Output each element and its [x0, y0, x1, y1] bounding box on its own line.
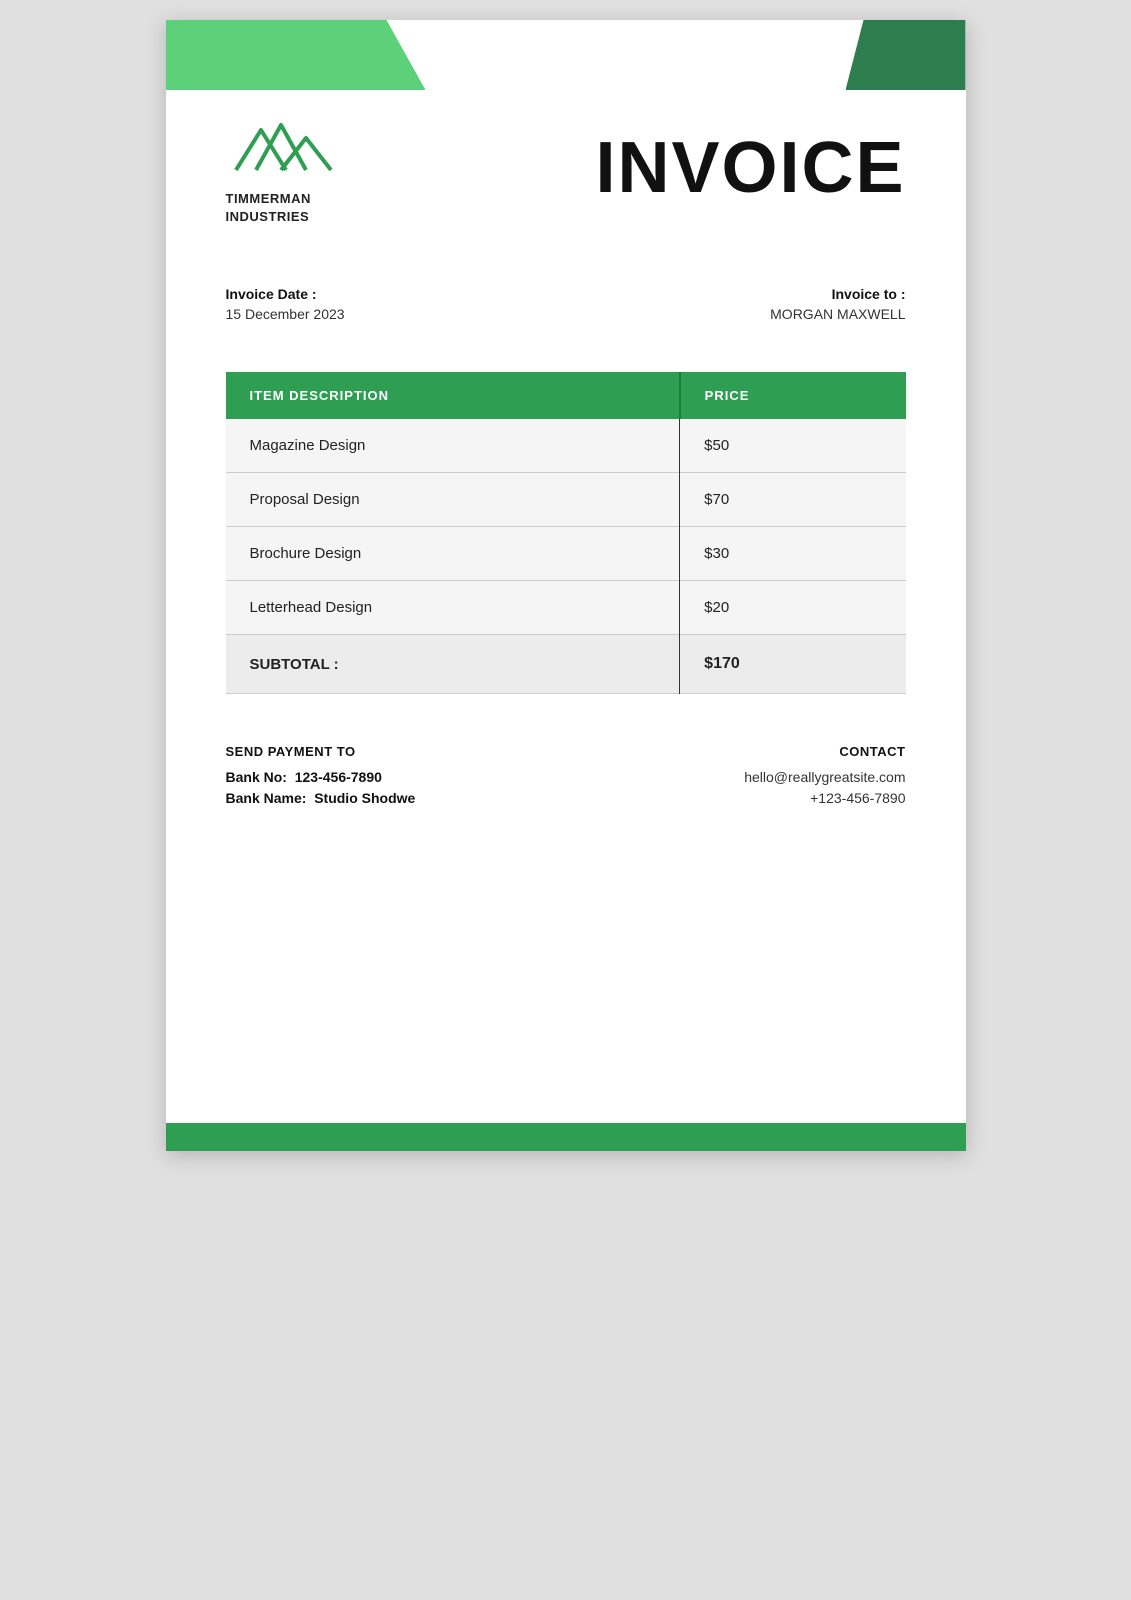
subtotal-row: SUBTOTAL : $170 — [226, 635, 906, 694]
invoice-table: ITEM DESCRIPTION PRICE Magazine Design $… — [226, 372, 906, 694]
item-price: $30 — [680, 527, 906, 581]
table-row: Proposal Design $70 — [226, 473, 906, 527]
subtotal-value: $170 — [680, 635, 906, 694]
bank-name-value: Studio Shodwe — [314, 790, 415, 806]
header-section: TIMMERMAN INDUSTRIES INVOICE — [226, 110, 906, 226]
invoice-to-block: Invoice to : MORGAN MAXWELL — [770, 286, 905, 322]
item-description: Proposal Design — [226, 473, 680, 527]
invoice-date-label: Invoice Date : — [226, 286, 345, 302]
contact-phone: +123-456-7890 — [744, 790, 905, 806]
item-price: $20 — [680, 581, 906, 635]
bank-name-row: Bank Name: Studio Shodwe — [226, 790, 416, 806]
table-row: Magazine Design $50 — [226, 419, 906, 473]
table-row: Brochure Design $30 — [226, 527, 906, 581]
invoice-page: TIMMERMAN INDUSTRIES INVOICE Invoice Dat… — [166, 20, 966, 1151]
col2-header: PRICE — [680, 372, 906, 419]
company-area: TIMMERMAN INDUSTRIES — [226, 110, 346, 226]
item-description: Magazine Design — [226, 419, 680, 473]
bank-no-row: Bank No: 123-456-7890 — [226, 769, 416, 785]
company-logo-icon — [226, 110, 346, 180]
bottom-bar — [166, 1123, 966, 1151]
company-name: TIMMERMAN INDUSTRIES — [226, 190, 311, 226]
subtotal-label: SUBTOTAL : — [226, 635, 680, 694]
payment-section-title: SEND PAYMENT TO — [226, 744, 416, 759]
item-price: $50 — [680, 419, 906, 473]
item-description: Letterhead Design — [226, 581, 680, 635]
table-body: Magazine Design $50 Proposal Design $70 … — [226, 419, 906, 694]
invoice-to-label: Invoice to : — [770, 286, 905, 302]
contact-section-title: CONTACT — [744, 744, 905, 759]
table-header: ITEM DESCRIPTION PRICE — [226, 372, 906, 419]
invoice-to-value: MORGAN MAXWELL — [770, 306, 905, 322]
contact-email: hello@reallygreatsite.com — [744, 769, 905, 785]
item-description: Brochure Design — [226, 527, 680, 581]
bank-no-value: 123-456-7890 — [295, 769, 382, 785]
payment-left: SEND PAYMENT TO Bank No: 123-456-7890 Ba… — [226, 744, 416, 811]
invoice-meta: Invoice Date : 15 December 2023 Invoice … — [226, 286, 906, 322]
invoice-date-value: 15 December 2023 — [226, 306, 345, 322]
col1-header: ITEM DESCRIPTION — [226, 372, 680, 419]
item-price: $70 — [680, 473, 906, 527]
payment-footer: SEND PAYMENT TO Bank No: 123-456-7890 Ba… — [226, 744, 906, 811]
invoice-date-block: Invoice Date : 15 December 2023 — [226, 286, 345, 322]
contact-section: CONTACT hello@reallygreatsite.com +123-4… — [744, 744, 905, 811]
invoice-title: INVOICE — [595, 132, 905, 204]
main-content: TIMMERMAN INDUSTRIES INVOICE Invoice Dat… — [166, 20, 966, 871]
table-row: Letterhead Design $20 — [226, 581, 906, 635]
